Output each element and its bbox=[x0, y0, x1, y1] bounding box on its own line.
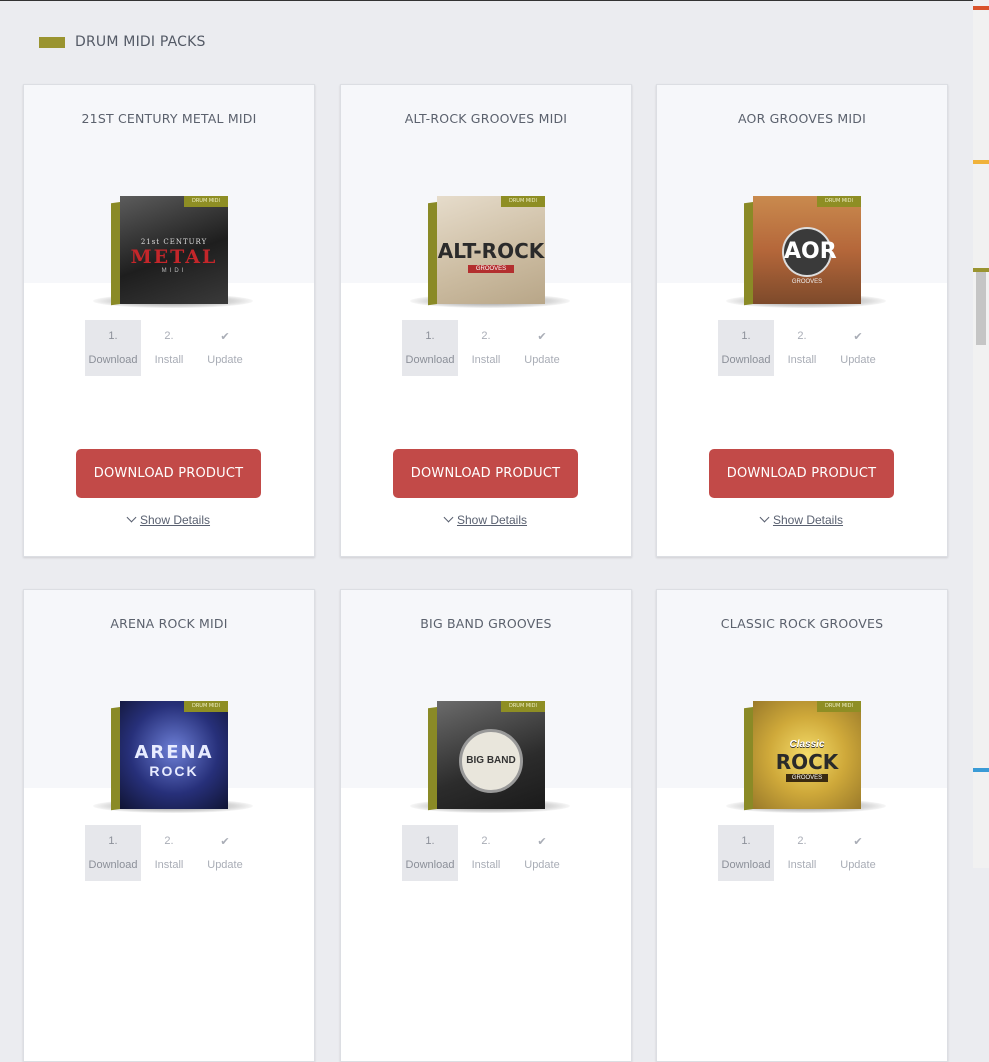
install-steps: 1. Download 2. Install ✔ Update bbox=[718, 825, 886, 881]
product-title: ARENA ROCK MIDI bbox=[110, 616, 228, 631]
scroll-marker bbox=[973, 6, 989, 10]
step-download[interactable]: 1. Download bbox=[402, 825, 458, 881]
product-card: CLASSIC ROCK GROOVES DRUM MIDI Classic R… bbox=[656, 589, 948, 1062]
section-header: DRUM MIDI PACKS bbox=[39, 34, 206, 50]
product-title: BIG BAND GROOVES bbox=[420, 616, 552, 631]
chevron-down-icon bbox=[443, 512, 454, 523]
step-download[interactable]: 1. Download bbox=[718, 825, 774, 881]
step-download[interactable]: 1. Download bbox=[85, 825, 141, 881]
step-install[interactable]: 2. Install bbox=[458, 320, 514, 376]
product-box-image: DRUM MIDI BIG BAND bbox=[410, 701, 570, 813]
step-install[interactable]: 2. Install bbox=[141, 825, 197, 881]
step-install[interactable]: 2. Install bbox=[774, 320, 830, 376]
check-icon: ✔ bbox=[853, 836, 863, 848]
vertical-scrollbar[interactable] bbox=[973, 0, 989, 868]
product-box-image: DRUM MIDI AOR GROOVES bbox=[726, 196, 886, 308]
step-install[interactable]: 2. Install bbox=[458, 825, 514, 881]
step-download[interactable]: 1. Download bbox=[402, 320, 458, 376]
product-card: AOR GROOVES MIDI DRUM MIDI AOR GROOVES 1… bbox=[656, 84, 948, 557]
chevron-down-icon bbox=[759, 512, 770, 523]
step-install[interactable]: 2. Install bbox=[141, 320, 197, 376]
step-update[interactable]: ✔ Update bbox=[830, 825, 886, 881]
check-icon: ✔ bbox=[220, 331, 230, 343]
product-box-image: DRUM MIDI ARENA ROCK bbox=[93, 701, 253, 813]
scroll-marker bbox=[973, 768, 989, 772]
step-update[interactable]: ✔ Update bbox=[514, 825, 570, 881]
download-product-button[interactable]: DOWNLOAD PRODUCT bbox=[76, 449, 261, 498]
chevron-down-icon bbox=[126, 512, 137, 523]
download-product-button[interactable]: DOWNLOAD PRODUCT bbox=[393, 449, 578, 498]
section-title: DRUM MIDI PACKS bbox=[75, 34, 206, 50]
check-icon: ✔ bbox=[537, 836, 547, 848]
product-card: BIG BAND GROOVES DRUM MIDI BIG BAND 1. Do… bbox=[340, 589, 632, 1062]
step-update[interactable]: ✔ Update bbox=[197, 320, 253, 376]
step-download[interactable]: 1. Download bbox=[718, 320, 774, 376]
product-card: 21ST CENTURY METAL MIDI DRUM MIDI 21st C… bbox=[23, 84, 315, 557]
download-product-button[interactable]: DOWNLOAD PRODUCT bbox=[709, 449, 894, 498]
product-card: ARENA ROCK MIDI DRUM MIDI ARENA ROCK 1. D… bbox=[23, 589, 315, 1062]
step-update[interactable]: ✔ Update bbox=[197, 825, 253, 881]
step-install[interactable]: 2. Install bbox=[774, 825, 830, 881]
install-steps: 1. Download 2. Install ✔ Update bbox=[85, 320, 253, 376]
install-steps: 1. Download 2. Install ✔ Update bbox=[402, 825, 570, 881]
install-steps: 1. Download 2. Install ✔ Update bbox=[402, 320, 570, 376]
section-color-marker bbox=[39, 36, 65, 48]
install-steps: 1. Download 2. Install ✔ Update bbox=[718, 320, 886, 376]
show-details-link[interactable]: Show Details bbox=[341, 512, 631, 527]
scrollbar-thumb[interactable] bbox=[976, 271, 986, 345]
product-title: 21ST CENTURY METAL MIDI bbox=[81, 111, 257, 126]
product-title: AOR GROOVES MIDI bbox=[738, 111, 866, 126]
check-icon: ✔ bbox=[537, 331, 547, 343]
show-details-link[interactable]: Show Details bbox=[24, 512, 314, 527]
scroll-marker bbox=[973, 268, 989, 272]
top-border bbox=[0, 0, 989, 1]
check-icon: ✔ bbox=[220, 836, 230, 848]
show-details-link[interactable]: Show Details bbox=[657, 512, 947, 527]
product-card: ALT-ROCK GROOVES MIDI DRUM MIDI ALT-ROCK… bbox=[340, 84, 632, 557]
install-steps: 1. Download 2. Install ✔ Update bbox=[85, 825, 253, 881]
product-box-image: DRUM MIDI Classic ROCK GROOVES bbox=[726, 701, 886, 813]
step-update[interactable]: ✔ Update bbox=[830, 320, 886, 376]
product-box-image: DRUM MIDI ALT-ROCK GROOVES bbox=[410, 196, 570, 308]
check-icon: ✔ bbox=[853, 331, 863, 343]
product-box-image: DRUM MIDI 21st CENTURY METAL MIDI bbox=[93, 196, 253, 308]
product-title: CLASSIC ROCK GROOVES bbox=[720, 616, 884, 631]
step-download[interactable]: 1. Download bbox=[85, 320, 141, 376]
step-update[interactable]: ✔ Update bbox=[514, 320, 570, 376]
scroll-marker bbox=[973, 160, 989, 164]
product-title: ALT-ROCK GROOVES MIDI bbox=[404, 111, 568, 126]
